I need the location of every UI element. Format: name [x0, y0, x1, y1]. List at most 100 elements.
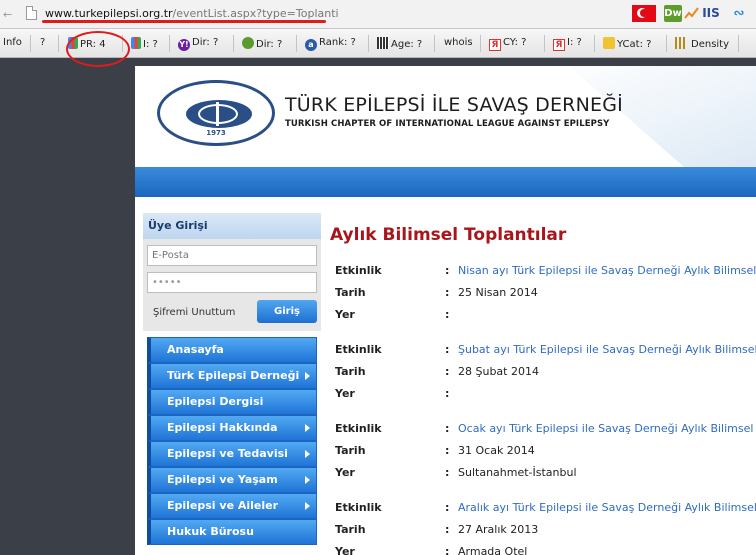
url-host: www.turkepilepsi.org.tr	[45, 7, 173, 20]
place-label: Yer	[335, 466, 355, 479]
menu-item-label: Hukuk Bürosu	[167, 525, 254, 538]
sidebar-menu: Anasayfa Türk Epilepsi Derneği Epilepsi …	[143, 337, 321, 545]
colon: :	[445, 387, 450, 400]
density-label: Density	[691, 39, 730, 50]
url-field[interactable]: www.turkepilepsi.org.tr/eventList.aspx?t…	[45, 7, 339, 20]
forgot-password-link[interactable]: Şifremi Unuttum	[153, 307, 235, 318]
event-item: Etkinlik: Ocak ayı Türk Epilepsi ile Sava…	[335, 416, 756, 495]
google-index-button[interactable]: I: ?	[131, 37, 158, 50]
event-name-link[interactable]: Şubat ayı Türk Epilepsi ile Savaş Derneğ…	[458, 343, 756, 356]
event-date-row: Tarih:27 Aralık 2013	[335, 523, 756, 541]
colon: :	[445, 308, 450, 321]
place-label: Yer	[335, 308, 355, 321]
colon: :	[445, 501, 450, 514]
seal-year: 1973	[206, 129, 226, 137]
colon: :	[445, 444, 450, 457]
event-name-row: Etkinlik: Ocak ayı Türk Epilepsi ile Sava…	[335, 422, 756, 440]
archive-age-value: Age: ?	[391, 39, 423, 50]
event-label: Etkinlik	[335, 501, 382, 514]
pagerank-highlight-annotation	[66, 31, 130, 67]
event-date: 25 Nisan 2014	[458, 286, 538, 299]
event-place-row: Yer:	[335, 387, 756, 405]
association-seal-logo[interactable]: 1973	[157, 80, 275, 146]
back-arrow-icon[interactable]: ←	[3, 8, 12, 21]
yandex-index-button[interactable]: Я I: ?	[553, 37, 582, 51]
place-label: Yer	[335, 545, 355, 555]
help-button[interactable]: ?	[40, 37, 45, 48]
org-name-en: TURKISH CHAPTER OF INTERNATIONAL LEAGUE …	[285, 119, 610, 129]
yahoo-dir-button[interactable]: Y! Dir: ?	[178, 37, 218, 51]
yandex-icon: Я	[489, 39, 501, 51]
trend-chart-icon[interactable]	[684, 5, 700, 22]
event-name-link[interactable]: Ocak ayı Türk Epilepsi ile Savaş Derneği…	[458, 422, 753, 435]
menu-item-epilepsi-hakkinda[interactable]: Epilepsi Hakkında	[147, 415, 317, 441]
menu-item-label: Epilepsi ve Aileler	[167, 499, 279, 512]
event-date: 31 Ocak 2014	[458, 444, 535, 457]
toolbar-divider	[666, 35, 667, 52]
chevron-right-icon	[305, 502, 310, 510]
menu-item-turk-epilepsi-dernegi[interactable]: Türk Epilepsi Derneği	[147, 363, 317, 389]
dw-extension-icon[interactable]: Dw	[664, 5, 682, 22]
archive-icon	[377, 37, 389, 49]
menu-item-label: Epilepsi ve Tedavisi	[167, 447, 288, 460]
toolbar-divider	[30, 35, 31, 52]
event-item: Etkinlik: Şubat ayı Türk Epilepsi ile Sav…	[335, 337, 756, 416]
yandex-index-value: I: ?	[567, 37, 582, 48]
event-item: Etkinlik: Aralık ayı Türk Epilepsi ile Sa…	[335, 495, 756, 555]
colon: :	[445, 422, 450, 435]
density-button[interactable]: Density	[675, 37, 729, 50]
wave-extension-icon[interactable]: ∾	[722, 5, 756, 22]
info-button[interactable]: Info	[3, 37, 22, 48]
toolbar-divider	[233, 35, 234, 52]
event-item: Etkinlik: Nisan ayı Türk Epilepsi ile Sav…	[335, 258, 756, 337]
toolbar-divider	[434, 35, 435, 52]
login-button[interactable]: Giriş	[257, 300, 317, 323]
event-date-row: Tarih:31 Ocak 2014	[335, 444, 756, 462]
alexa-icon: a	[305, 39, 317, 51]
colon: :	[445, 286, 450, 299]
menu-item-epilepsi-ve-aileler[interactable]: Epilepsi ve Aileler	[147, 493, 317, 519]
archive-age-button[interactable]: Age: ?	[377, 37, 422, 50]
event-date-row: Tarih:25 Nisan 2014	[335, 286, 756, 304]
org-name-tr: TÜRK EPİLEPSİ İLE SAVAŞ DERNEĞİ	[285, 94, 623, 116]
yandex-catalog-button[interactable]: YCat: ?	[603, 37, 651, 50]
menu-item-anasayfa[interactable]: Anasayfa	[147, 337, 317, 363]
colon: :	[445, 264, 450, 277]
event-name-link[interactable]: Nisan ayı Türk Epilepsi ile Savaş Derneğ…	[458, 264, 756, 277]
url-underline-annotation	[42, 20, 326, 23]
event-place-row: Yer:	[335, 308, 756, 326]
event-name-link[interactable]: Aralık ayı Türk Epilepsi ile Savaş Derne…	[458, 501, 756, 514]
event-place: Armada Otel	[458, 545, 528, 555]
menu-item-label: Türk Epilepsi Derneği	[167, 369, 300, 382]
yandex-icon: Я	[553, 39, 565, 51]
event-place: Sultanahmet-İstanbul	[458, 466, 577, 479]
toolbar-divider	[368, 35, 369, 52]
toolbar-divider	[738, 35, 739, 52]
yandex-cy-button[interactable]: Я CY: ?	[489, 37, 526, 51]
colon: :	[445, 466, 450, 479]
menu-item-epilepsi-dergisi[interactable]: Epilepsi Dergisi	[147, 389, 317, 415]
event-name-row: Etkinlik: Aralık ayı Türk Epilepsi ile Sa…	[335, 501, 756, 519]
colon: :	[445, 343, 450, 356]
event-label: Etkinlik	[335, 264, 382, 277]
event-date: 27 Aralık 2013	[458, 523, 539, 536]
chevron-right-icon	[305, 372, 310, 380]
iis-extension-icon[interactable]: IIS	[701, 5, 721, 22]
colon: :	[445, 523, 450, 536]
event-list: Etkinlik: Nisan ayı Türk Epilepsi ile Sav…	[335, 258, 756, 555]
dmoz-icon	[242, 37, 254, 49]
density-chart-icon	[675, 37, 688, 49]
email-field[interactable]	[147, 245, 317, 266]
menu-item-epilepsi-ve-tedavisi[interactable]: Epilepsi ve Tedavisi	[147, 441, 317, 467]
alexa-rank-button[interactable]: a Rank: ?	[305, 37, 356, 51]
whois-button[interactable]: whois	[444, 37, 473, 48]
dmoz-dir-button[interactable]: Dir: ?	[242, 37, 282, 50]
turkey-flag-icon[interactable]	[632, 5, 656, 22]
menu-item-hukuk-burosu[interactable]: Hukuk Bürosu	[147, 519, 317, 545]
event-label: Etkinlik	[335, 343, 382, 356]
chevron-right-icon	[305, 450, 310, 458]
toolbar-divider	[480, 35, 481, 52]
date-label: Tarih	[335, 365, 366, 378]
password-field[interactable]	[147, 272, 317, 293]
menu-item-epilepsi-ve-yasam[interactable]: Epilepsi ve Yaşam	[147, 467, 317, 493]
